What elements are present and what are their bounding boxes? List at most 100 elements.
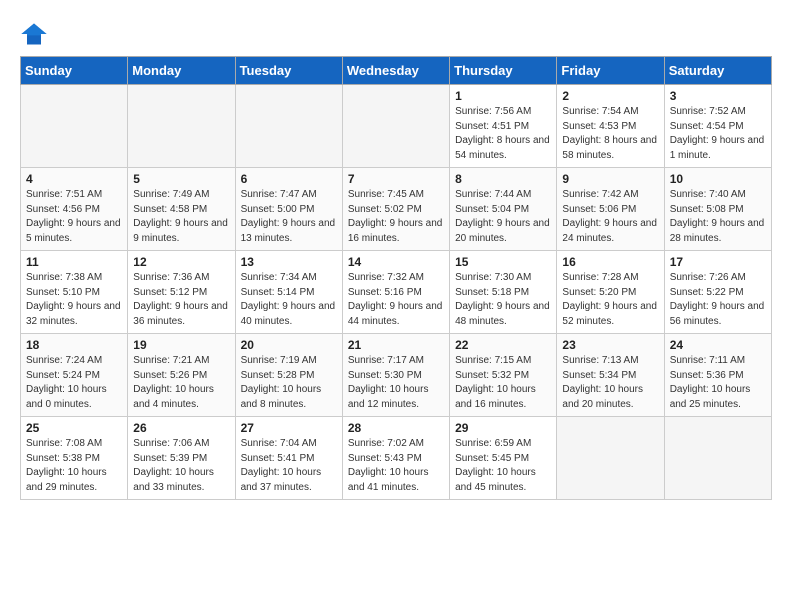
calendar-cell — [128, 85, 235, 168]
day-number: 7 — [348, 172, 444, 186]
calendar-cell: 16 Sunrise: 7:28 AMSunset: 5:20 PMDayligh… — [557, 251, 664, 334]
calendar-cell: 28 Sunrise: 7:02 AMSunset: 5:43 PMDayligh… — [342, 417, 449, 500]
weekday-header-sunday: Sunday — [21, 57, 128, 85]
day-number: 29 — [455, 421, 551, 435]
calendar-cell — [557, 417, 664, 500]
calendar-cell: 6 Sunrise: 7:47 AMSunset: 5:00 PMDaylight… — [235, 168, 342, 251]
day-detail: Sunrise: 7:28 AMSunset: 5:20 PMDaylight:… — [562, 271, 658, 329]
calendar-cell: 8 Sunrise: 7:44 AMSunset: 5:04 PMDaylight… — [450, 168, 557, 251]
day-number: 6 — [241, 172, 337, 186]
calendar-cell: 18Sunrise: 7:24 AMSunset: 5:24 PMDayligh… — [21, 334, 128, 417]
day-detail: Sunrise: 7:36 AMSunset: 5:12 PMDaylight:… — [133, 271, 229, 329]
day-detail: Sunrise: 7:54 AMSunset: 4:53 PMDaylight:… — [562, 105, 658, 163]
day-detail: Sunrise: 6:59 AMSunset: 5:45 PMDaylight:… — [455, 437, 551, 495]
weekday-header-wednesday: Wednesday — [342, 57, 449, 85]
day-detail: Sunrise: 7:49 AMSunset: 4:58 PMDaylight:… — [133, 188, 229, 246]
day-number: 17 — [670, 255, 766, 269]
calendar-cell: 3 Sunrise: 7:52 AMSunset: 4:54 PMDaylight… — [664, 85, 771, 168]
day-number: 15 — [455, 255, 551, 269]
day-number: 8 — [455, 172, 551, 186]
day-number: 2 — [562, 89, 658, 103]
day-detail: Sunrise: 7:26 AMSunset: 5:22 PMDaylight:… — [670, 271, 766, 329]
calendar-cell — [342, 85, 449, 168]
day-detail: Sunrise: 7:19 AMSunset: 5:28 PMDaylight:… — [241, 354, 337, 412]
day-number: 26 — [133, 421, 229, 435]
day-number: 11 — [26, 255, 122, 269]
calendar-cell: 13 Sunrise: 7:34 AMSunset: 5:14 PMDayligh… — [235, 251, 342, 334]
day-detail: Sunrise: 7:38 AMSunset: 5:10 PMDaylight:… — [26, 271, 122, 329]
day-number: 16 — [562, 255, 658, 269]
day-number: 14 — [348, 255, 444, 269]
weekday-header-saturday: Saturday — [664, 57, 771, 85]
week-row-4: 18Sunrise: 7:24 AMSunset: 5:24 PMDayligh… — [21, 334, 772, 417]
day-detail: Sunrise: 7:06 AMSunset: 5:39 PMDaylight:… — [133, 437, 229, 495]
day-number: 21 — [348, 338, 444, 352]
day-number: 3 — [670, 89, 766, 103]
day-number: 13 — [241, 255, 337, 269]
day-detail: Sunrise: 7:52 AMSunset: 4:54 PMDaylight:… — [670, 105, 766, 163]
day-number: 27 — [241, 421, 337, 435]
calendar-table: SundayMondayTuesdayWednesdayThursdayFrid… — [20, 56, 772, 500]
day-number: 19 — [133, 338, 229, 352]
calendar-cell: 2 Sunrise: 7:54 AMSunset: 4:53 PMDaylight… — [557, 85, 664, 168]
calendar-cell: 7 Sunrise: 7:45 AMSunset: 5:02 PMDaylight… — [342, 168, 449, 251]
calendar-cell: 24 Sunrise: 7:11 AMSunset: 5:36 PMDayligh… — [664, 334, 771, 417]
day-number: 9 — [562, 172, 658, 186]
day-detail: Sunrise: 7:02 AMSunset: 5:43 PMDaylight:… — [348, 437, 444, 495]
logo-icon — [20, 20, 48, 48]
calendar-cell: 1 Sunrise: 7:56 AMSunset: 4:51 PMDaylight… — [450, 85, 557, 168]
calendar-cell: 4Sunrise: 7:51 AMSunset: 4:56 PMDaylight… — [21, 168, 128, 251]
calendar-cell — [21, 85, 128, 168]
day-detail: Sunrise: 7:44 AMSunset: 5:04 PMDaylight:… — [455, 188, 551, 246]
day-number: 23 — [562, 338, 658, 352]
day-detail: Sunrise: 7:08 AMSunset: 5:38 PMDaylight:… — [26, 437, 122, 495]
day-number: 24 — [670, 338, 766, 352]
day-detail: Sunrise: 7:11 AMSunset: 5:36 PMDaylight:… — [670, 354, 766, 412]
calendar-cell: 29 Sunrise: 6:59 AMSunset: 5:45 PMDayligh… — [450, 417, 557, 500]
week-row-2: 4Sunrise: 7:51 AMSunset: 4:56 PMDaylight… — [21, 168, 772, 251]
day-detail: Sunrise: 7:40 AMSunset: 5:08 PMDaylight:… — [670, 188, 766, 246]
day-number: 20 — [241, 338, 337, 352]
calendar-cell: 14Sunrise: 7:32 AMSunset: 5:16 PMDayligh… — [342, 251, 449, 334]
day-detail: Sunrise: 7:47 AMSunset: 5:00 PMDaylight:… — [241, 188, 337, 246]
weekday-header-thursday: Thursday — [450, 57, 557, 85]
day-detail: Sunrise: 7:51 AMSunset: 4:56 PMDaylight:… — [26, 188, 122, 246]
day-detail: Sunrise: 7:13 AMSunset: 5:34 PMDaylight:… — [562, 354, 658, 412]
calendar-cell: 9 Sunrise: 7:42 AMSunset: 5:06 PMDaylight… — [557, 168, 664, 251]
day-number: 1 — [455, 89, 551, 103]
calendar-cell: 5Sunrise: 7:49 AMSunset: 4:58 PMDaylight… — [128, 168, 235, 251]
calendar-cell: 21 Sunrise: 7:17 AMSunset: 5:30 PMDayligh… — [342, 334, 449, 417]
day-detail: Sunrise: 7:17 AMSunset: 5:30 PMDaylight:… — [348, 354, 444, 412]
day-detail: Sunrise: 7:21 AMSunset: 5:26 PMDaylight:… — [133, 354, 229, 412]
calendar-cell: 26 Sunrise: 7:06 AMSunset: 5:39 PMDayligh… — [128, 417, 235, 500]
day-number: 25 — [26, 421, 122, 435]
day-detail: Sunrise: 7:24 AMSunset: 5:24 PMDaylight:… — [26, 354, 122, 412]
day-detail: Sunrise: 7:56 AMSunset: 4:51 PMDaylight:… — [455, 105, 551, 163]
calendar-cell: 10Sunrise: 7:40 AMSunset: 5:08 PMDayligh… — [664, 168, 771, 251]
logo — [20, 20, 52, 48]
calendar-cell: 19 Sunrise: 7:21 AMSunset: 5:26 PMDayligh… — [128, 334, 235, 417]
calendar-cell: 15 Sunrise: 7:30 AMSunset: 5:18 PMDayligh… — [450, 251, 557, 334]
calendar-cell: 27 Sunrise: 7:04 AMSunset: 5:41 PMDayligh… — [235, 417, 342, 500]
day-number: 28 — [348, 421, 444, 435]
calendar-cell: 20 Sunrise: 7:19 AMSunset: 5:28 PMDayligh… — [235, 334, 342, 417]
day-detail: Sunrise: 7:04 AMSunset: 5:41 PMDaylight:… — [241, 437, 337, 495]
weekday-header-tuesday: Tuesday — [235, 57, 342, 85]
header — [20, 20, 772, 48]
calendar-cell: 23 Sunrise: 7:13 AMSunset: 5:34 PMDayligh… — [557, 334, 664, 417]
week-row-3: 11 Sunrise: 7:38 AMSunset: 5:10 PMDayligh… — [21, 251, 772, 334]
day-detail: Sunrise: 7:42 AMSunset: 5:06 PMDaylight:… — [562, 188, 658, 246]
calendar-cell: 11 Sunrise: 7:38 AMSunset: 5:10 PMDayligh… — [21, 251, 128, 334]
day-number: 22 — [455, 338, 551, 352]
week-row-1: 1 Sunrise: 7:56 AMSunset: 4:51 PMDaylight… — [21, 85, 772, 168]
calendar-cell: 17 Sunrise: 7:26 AMSunset: 5:22 PMDayligh… — [664, 251, 771, 334]
day-detail: Sunrise: 7:45 AMSunset: 5:02 PMDaylight:… — [348, 188, 444, 246]
calendar-cell: 12 Sunrise: 7:36 AMSunset: 5:12 PMDayligh… — [128, 251, 235, 334]
calendar-cell — [664, 417, 771, 500]
day-number: 12 — [133, 255, 229, 269]
calendar-cell: 22Sunrise: 7:15 AMSunset: 5:32 PMDayligh… — [450, 334, 557, 417]
weekday-header-row: SundayMondayTuesdayWednesdayThursdayFrid… — [21, 57, 772, 85]
day-detail: Sunrise: 7:30 AMSunset: 5:18 PMDaylight:… — [455, 271, 551, 329]
weekday-header-friday: Friday — [557, 57, 664, 85]
day-detail: Sunrise: 7:34 AMSunset: 5:14 PMDaylight:… — [241, 271, 337, 329]
